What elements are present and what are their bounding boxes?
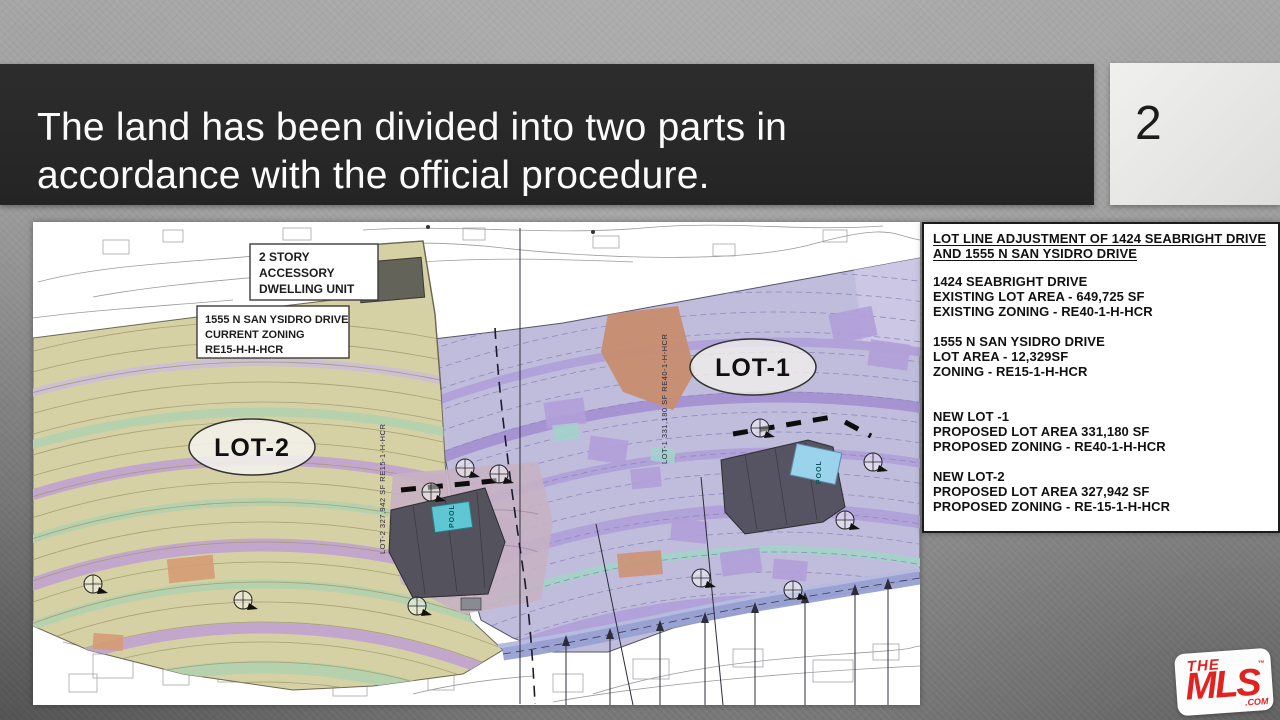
lot2-pool-label: POOL <box>449 504 456 528</box>
slide-title: The land has been divided into two parts… <box>37 104 787 200</box>
mls-logo-com: .COM <box>1245 696 1269 708</box>
slide-number-box: 2 <box>1110 63 1280 205</box>
callout-adu-line3: DWELLING UNIT <box>259 282 355 296</box>
slide-title-line2: accordance with the official procedure. <box>37 152 787 200</box>
lot1-label: LOT-1 <box>715 354 791 382</box>
callout-zoning: 1555 N SAN YSIDRO DRIVE CURRENT ZONING R… <box>197 306 349 358</box>
info-heading-line1: LOT LINE ADJUSTMENT OF 1424 SEABRIGHT DR… <box>933 231 1269 246</box>
slide-title-line1: The land has been divided into two parts… <box>37 104 787 152</box>
info-heading-line2: AND 1555 N SAN YSIDRO DRIVE <box>933 246 1269 261</box>
callout-adu: 2 STORY ACCESSORY DWELLING UNIT <box>250 244 378 300</box>
lot2-label: LOT-2 <box>214 434 290 462</box>
lot1-annotation: LOT-1 331,180 SF RE40-1-H-HCR <box>660 334 669 464</box>
callout-zoning-line2: CURRENT ZONING <box>205 329 305 341</box>
callout-adu-line2: ACCESSORY <box>259 266 335 280</box>
lot1-pool-label: POOL <box>816 460 823 484</box>
callout-zoning-line1: 1555 N SAN YSIDRO DRIVE <box>205 314 348 326</box>
mls-logo: THE MLS ™ .COM <box>1174 648 1274 717</box>
mls-logo-tm: ™ <box>1258 660 1265 667</box>
callout-adu-line1: 2 STORY <box>259 250 310 264</box>
lot2-annotation: LOT-2 327,942 SF RE15-1-H-HCR <box>378 424 387 554</box>
lot1-label-ellipse: LOT-1 <box>690 339 816 395</box>
lot2-label-ellipse: LOT-2 <box>189 419 315 475</box>
callout-zoning-line3: RE15-H-H-HCR <box>205 344 283 356</box>
site-plan-map: POOL POOL LOT-2 327,942 SF RE15-1-H-HCR … <box>33 222 920 705</box>
site-plan-svg: POOL POOL LOT-2 327,942 SF RE15-1-H-HCR … <box>33 222 920 705</box>
lot-adjustment-info-panel: LOT LINE ADJUSTMENT OF 1424 SEABRIGHT DR… <box>922 222 1280 533</box>
info-body: 1424 SEABRIGHT DRIVE EXISTING LOT AREA -… <box>933 274 1269 514</box>
slide-number: 2 <box>1135 100 1162 148</box>
title-bar: The land has been divided into two parts… <box>0 64 1094 205</box>
